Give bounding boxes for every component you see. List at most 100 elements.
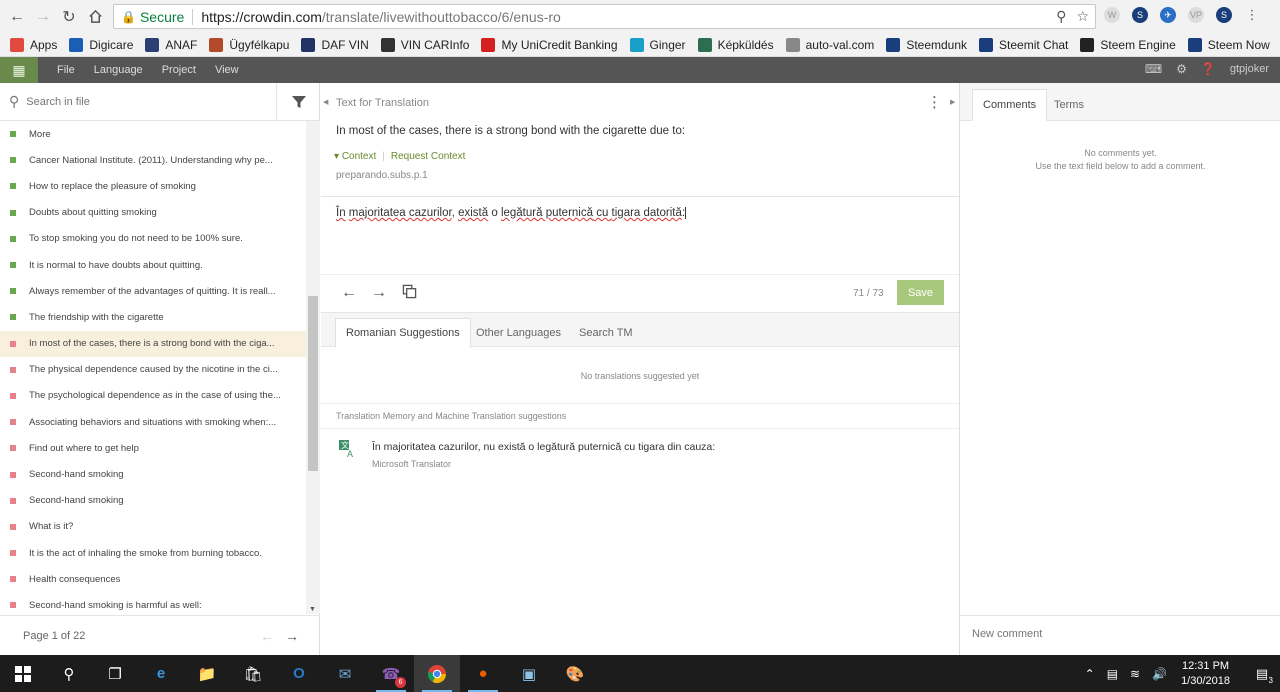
address-bar[interactable]: 🔒 Secure https://crowdin.com/translate/l… <box>113 4 1096 29</box>
bookmark-item[interactable]: My UniCredit Banking <box>481 37 618 52</box>
tab-search-tm[interactable]: Search TM <box>569 318 643 348</box>
tab-romanian-suggestions[interactable]: Romanian Suggestions <box>335 318 471 348</box>
string-item[interactable]: Always remember of the advantages of qui… <box>0 278 306 304</box>
string-item[interactable]: The friendship with the cigarette <box>0 304 306 330</box>
bookmark-item[interactable]: Steemdunk <box>886 37 967 52</box>
string-item[interactable]: Health consequences <box>0 566 306 592</box>
bookmark-item[interactable]: Képküldés <box>697 37 774 52</box>
home-icon[interactable] <box>82 4 108 30</box>
menu-view[interactable]: View <box>215 64 239 76</box>
translation-input[interactable]: În majoritatea cazurilor, există o legăt… <box>336 207 946 267</box>
string-item[interactable]: Find out where to get help <box>0 435 306 461</box>
outlook-icon[interactable]: O <box>276 655 322 692</box>
string-item[interactable]: It is the act of inhaling the smoke from… <box>0 540 306 566</box>
string-item[interactable]: In most of the cases, there is a strong … <box>0 330 306 357</box>
file-explorer-icon[interactable]: 📁 <box>184 655 230 692</box>
collapse-right-icon[interactable]: ▶ <box>950 98 955 106</box>
prev-page-icon[interactable]: ← <box>260 628 274 644</box>
bookmark-item[interactable]: Steemit Chat <box>979 37 1068 52</box>
string-item[interactable]: The psychological dependence as in the c… <box>0 383 306 409</box>
steem-ext-icon[interactable]: S <box>1132 7 1148 23</box>
steemit-ext-icon[interactable]: S <box>1216 7 1232 23</box>
network-icon[interactable]: ≋ <box>1130 667 1140 681</box>
string-item[interactable]: Doubts about quitting smoking <box>0 200 306 226</box>
string-item[interactable]: What is it? <box>0 514 306 540</box>
keyboard-icon[interactable]: ⌨ <box>1145 62 1162 76</box>
request-context-link[interactable]: Request Context <box>391 151 466 162</box>
tab-comments[interactable]: Comments <box>972 89 1048 121</box>
store-icon[interactable]: 🛍 <box>230 655 276 692</box>
notification-icon[interactable]: ▤ 3 <box>1244 655 1280 692</box>
edge-icon[interactable]: e <box>138 655 184 692</box>
filter-icon[interactable] <box>276 83 320 121</box>
clock[interactable]: 12:31 PM 1/30/2018 <box>1181 659 1230 689</box>
scroll-down-icon[interactable]: ▼ <box>309 606 316 613</box>
collapse-left-icon[interactable]: ◀ <box>323 98 328 106</box>
viber-icon[interactable]: ☎ 6 <box>368 655 414 692</box>
save-button[interactable]: Save <box>897 280 944 305</box>
windows-start-icon[interactable] <box>0 655 46 692</box>
reload-icon[interactable]: ↻ <box>56 4 82 30</box>
plane-ext-icon[interactable]: ✈ <box>1160 7 1176 23</box>
search-taskbar-icon[interactable]: ⚲ <box>46 655 92 692</box>
search-input[interactable] <box>26 95 257 108</box>
vp-ext-icon[interactable]: VP <box>1188 7 1204 23</box>
chrome-taskbar-icon[interactable] <box>414 655 460 692</box>
mt-suggestion[interactable]: În majoritatea cazurilor, nu există o le… <box>372 441 715 453</box>
help-icon[interactable]: ❓ <box>1201 62 1216 76</box>
power-icon[interactable]: ▤ <box>1107 667 1118 681</box>
bookmark-item[interactable]: auto-val.com <box>785 37 874 52</box>
string-item[interactable]: Second-hand smoking <box>0 488 306 514</box>
copy-source-icon[interactable] <box>401 284 417 304</box>
string-item[interactable]: More <box>0 121 306 147</box>
forward-icon[interactable]: → <box>30 4 56 30</box>
bookmark-star-icon[interactable]: ☆ <box>1076 8 1089 25</box>
task-view-icon[interactable]: ❐ <box>92 655 138 692</box>
bookmark-item[interactable]: Steem Now <box>1187 37 1270 52</box>
string-item[interactable]: The physical dependence caused by the ni… <box>0 357 306 383</box>
bookmark-item[interactable]: VIN CARInfo <box>380 37 469 52</box>
string-item[interactable]: Cancer National Institute. (2011). Under… <box>0 147 306 173</box>
zoom-icon[interactable]: ⚲ <box>1056 8 1066 25</box>
volume-icon[interactable]: 🔊 <box>1152 667 1167 681</box>
bookmark-item[interactable]: ANAF <box>145 37 197 52</box>
tab-other-languages[interactable]: Other Languages <box>466 318 571 348</box>
tray-expand-icon[interactable]: ⌃ <box>1085 667 1095 681</box>
tab-terms[interactable]: Terms <box>1044 89 1094 121</box>
photos-icon[interactable]: ▣ <box>506 655 552 692</box>
comment-input[interactable] <box>972 628 1262 640</box>
firefox-icon[interactable]: ● <box>460 655 506 692</box>
string-item[interactable]: It is normal to have doubts about quitti… <box>0 252 306 278</box>
next-page-icon[interactable]: → <box>285 628 299 644</box>
context-link[interactable]: ▾ Context <box>334 151 376 162</box>
string-item[interactable]: Second-hand smoking <box>0 461 306 487</box>
apps-grid-icon[interactable]: ▦ <box>0 57 38 83</box>
paint-icon[interactable]: 🎨 <box>552 655 598 692</box>
back-icon[interactable]: ← <box>4 4 30 30</box>
bookmark-item[interactable]: Digicare <box>69 37 133 52</box>
bookmark-item[interactable]: Ügyfélkapu <box>209 37 289 52</box>
gear-icon[interactable]: ⚙ <box>1176 62 1187 76</box>
string-item[interactable]: To stop smoking you do not need to be 10… <box>0 226 306 252</box>
chrome-menu-icon[interactable]: ⋮ <box>1244 7 1260 23</box>
string-item[interactable]: Second-hand smoking is harmful as well: <box>0 592 306 614</box>
thunderbird-icon[interactable]: ✉ <box>322 655 368 692</box>
menu-file[interactable]: File <box>57 64 75 76</box>
bookmark-item[interactable]: Steem Engine <box>1080 37 1176 52</box>
string-item[interactable]: How to replace the pleasure of smoking <box>0 173 306 199</box>
apps-grid-icon <box>10 37 24 52</box>
more-options-icon[interactable]: ⋮ <box>927 93 942 111</box>
wordpress-icon[interactable]: W <box>1104 7 1120 23</box>
menu-project[interactable]: Project <box>162 64 196 76</box>
bookmark-item[interactable]: DAF VIN <box>301 37 369 52</box>
next-string-icon[interactable]: → <box>371 284 387 304</box>
bookmark-item[interactable]: Apps <box>10 37 57 52</box>
bookmark-item[interactable]: Ginger <box>629 37 686 52</box>
string-item[interactable]: Associating behaviors and situations wit… <box>0 409 306 435</box>
username[interactable]: gtpjoker <box>1230 63 1269 75</box>
scrollbar[interactable]: ▼ <box>306 121 320 614</box>
scrollbar-thumb[interactable] <box>308 296 318 471</box>
previous-string-icon[interactable]: ← <box>341 284 357 304</box>
menu-language[interactable]: Language <box>94 64 143 76</box>
string-text: More <box>29 128 51 140</box>
